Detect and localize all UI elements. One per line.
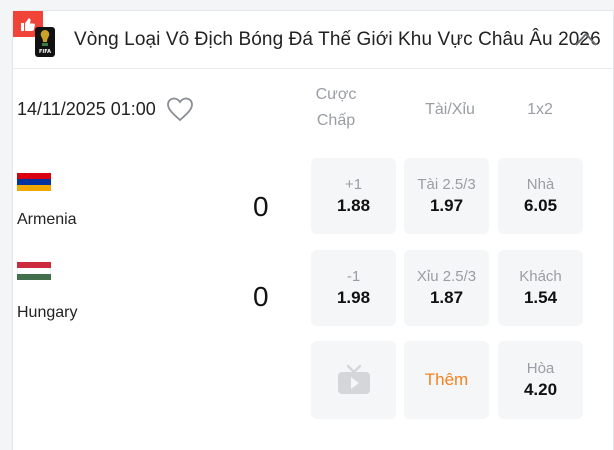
home-team-name: Armenia: [17, 211, 77, 228]
league-logo-icon: FIFA: [35, 27, 55, 57]
odds-label: Khách: [519, 268, 562, 285]
home-score: 0: [253, 191, 269, 222]
column-handicap: Cược Chấp: [315, 86, 357, 129]
league-logo-text: FIFA: [39, 49, 51, 55]
heart-icon[interactable]: [166, 96, 194, 122]
league-title: Vòng Loại Vô Địch Bóng Đá Thế Giới Khu V…: [74, 29, 601, 50]
live-stream-button[interactable]: [311, 341, 396, 419]
league-header[interactable]: FIFA Vòng Loại Vô Địch Bóng Đá Thế Giới …: [13, 11, 614, 69]
odds-away-win[interactable]: Khách 1.54: [498, 250, 583, 326]
odds-label: Nhà: [526, 176, 555, 193]
odds-draw[interactable]: Hòa 4.20: [498, 341, 583, 419]
odds-over[interactable]: Tài 2.5/3 1.97: [404, 158, 489, 234]
chevron-up-icon[interactable]: [574, 31, 598, 47]
kickoff-time: 14/11/2025 01:00: [17, 99, 156, 119]
odds-value: 1.54: [523, 288, 558, 307]
armenia-flag: [17, 173, 51, 191]
odds-value: 4.20: [523, 380, 558, 399]
odds-label: Hòa: [526, 360, 555, 377]
odds-home-handicap[interactable]: +1 1.88: [311, 158, 396, 234]
away-team-name: Hungary: [17, 304, 78, 321]
column-1x2: 1x2: [527, 101, 553, 118]
odds-home-win[interactable]: Nhà 6.05: [498, 158, 583, 234]
odds-label: -1: [346, 268, 361, 285]
odds-label: +1: [344, 176, 363, 193]
odds-value: 6.05: [523, 196, 558, 215]
tv-play-icon: [337, 364, 370, 394]
odds-value: 1.87: [429, 288, 464, 307]
odds-under[interactable]: Xỉu 2.5/3 1.87: [404, 250, 489, 326]
more-odds-label: Thêm: [424, 370, 469, 389]
odds-value: 1.98: [336, 288, 371, 307]
hungary-flag: [17, 262, 51, 280]
odds-away-handicap[interactable]: -1 1.98: [311, 250, 396, 326]
odds-label: Tài 2.5/3: [417, 176, 476, 193]
odds-value: 1.97: [429, 196, 464, 215]
more-odds-button[interactable]: Thêm: [404, 341, 489, 419]
odds-label: Xỉu 2.5/3: [416, 268, 477, 285]
odds-value: 1.88: [336, 196, 371, 215]
away-score: 0: [253, 281, 269, 312]
column-over-under: Tài/Xỉu: [425, 101, 475, 118]
